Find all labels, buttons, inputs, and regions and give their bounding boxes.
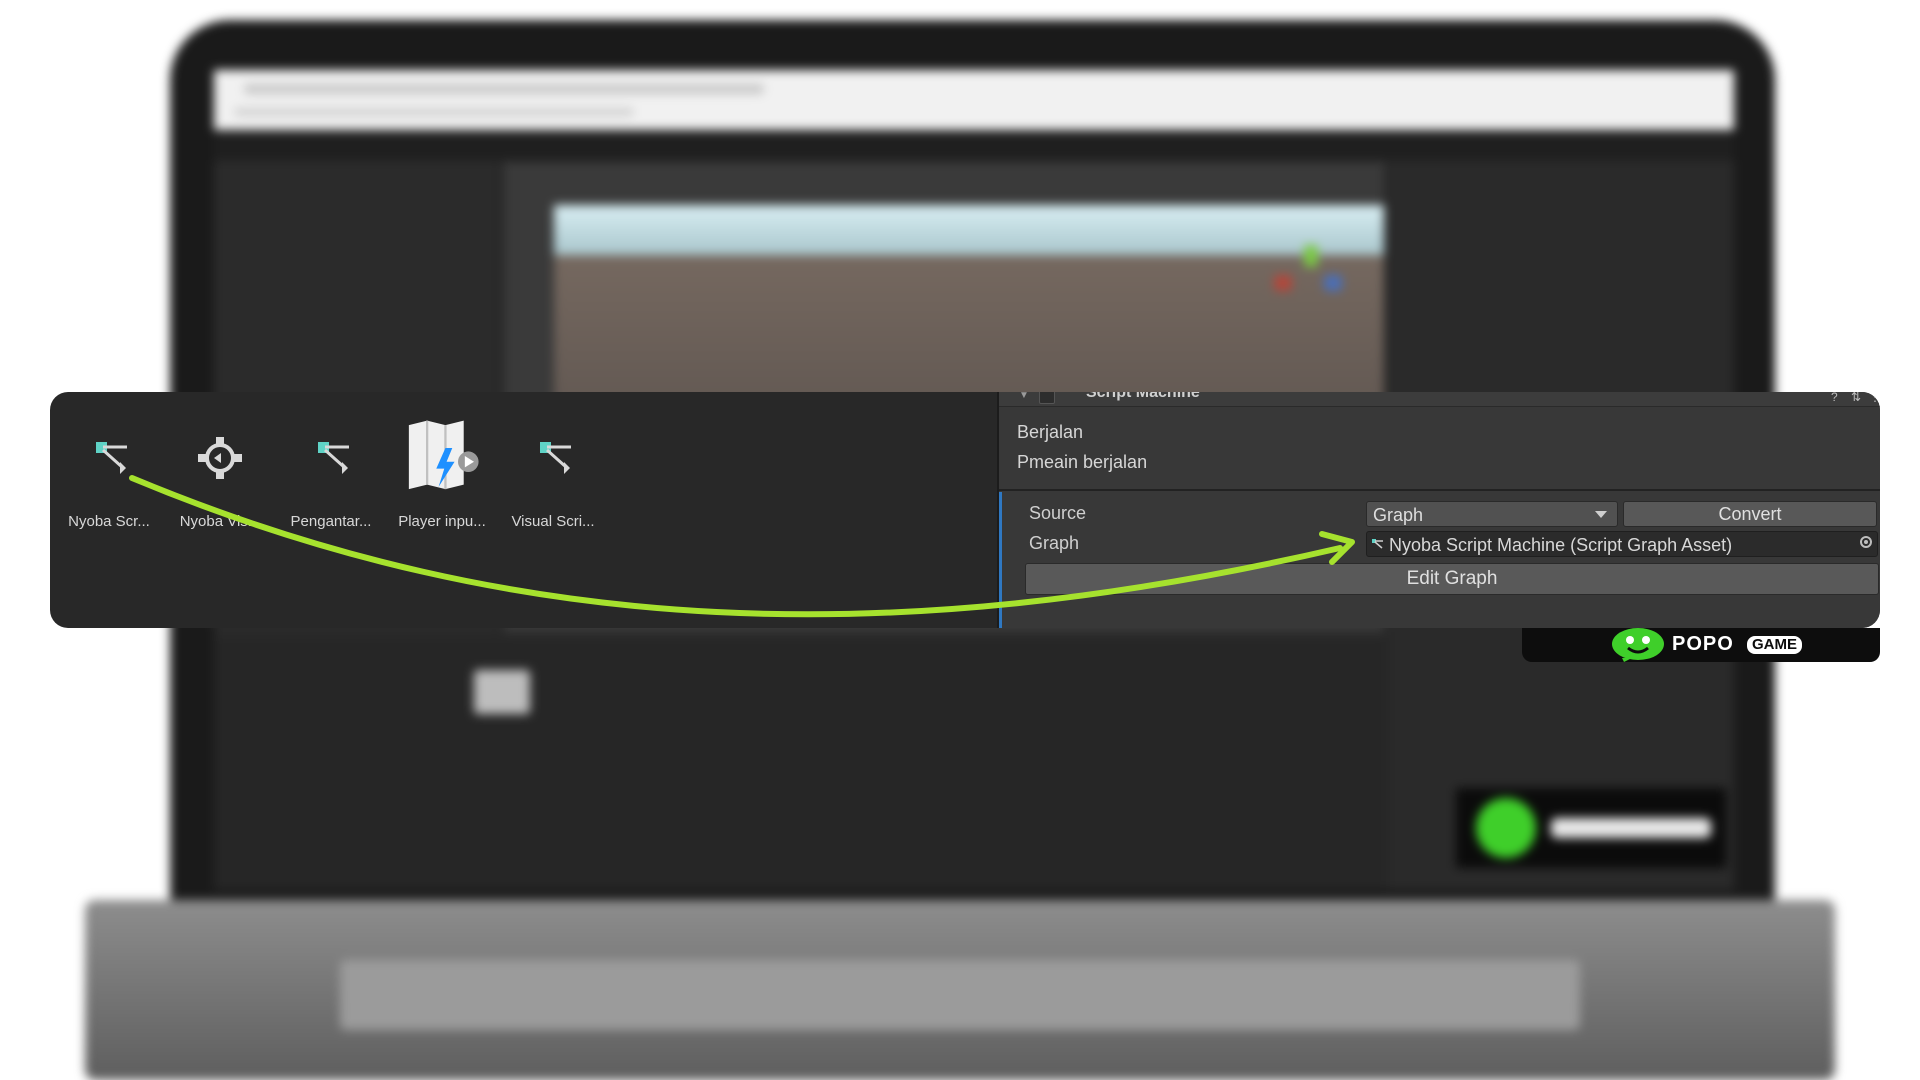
script-graph-icon [1372, 539, 1383, 549]
source-value: Graph [1373, 505, 1424, 525]
asset-item[interactable]: Nyoba Vis... [165, 422, 275, 542]
scene-gizmo-x [1274, 275, 1292, 291]
graph-label: Graph [1029, 533, 1080, 553]
input-actions-icon [408, 420, 479, 490]
scene-gizmo-z [1324, 275, 1342, 291]
source-label: Source [1029, 503, 1087, 523]
brand-logo: POPO GAME [1522, 628, 1880, 662]
more-icon[interactable]: ⋮ [1869, 392, 1880, 404]
editor-toolbar [214, 130, 1734, 160]
laptop-keyboard [340, 960, 1580, 1030]
divider [999, 489, 1880, 491]
editor-titlebar [214, 70, 1734, 130]
asset-item[interactable]: Pengantar... [276, 422, 386, 542]
asset-label: Nyoba Vis... [179, 513, 261, 530]
accent-bar [999, 492, 1002, 628]
asset-item[interactable]: Player inpu... [387, 420, 497, 542]
convert-button[interactable]: Convert [1623, 501, 1877, 527]
source-dropdown[interactable]: Graph [1366, 501, 1618, 527]
graph-asset-field[interactable]: Nyoba Script Machine (Script Graph Asset… [1366, 531, 1878, 557]
brand-name: POPO [1672, 633, 1734, 655]
component-header[interactable]: ▼ Script Machine ? ⇅ ⋮ [999, 392, 1880, 407]
foldout-arrow-icon[interactable]: ▼ [1019, 392, 1031, 402]
folder-icon [474, 670, 530, 714]
description-title: Berjalan [1017, 422, 1084, 442]
script-graph-icon [540, 442, 571, 474]
brand-badge: GAME [1747, 636, 1802, 654]
callout-panel: Nyoba Scr... Nyoba Vis... Pengantar... P… [50, 392, 1880, 628]
script-machine-inspector: ▼ Script Machine ? ⇅ ⋮ Berjalan Pmeain b… [997, 392, 1880, 628]
scene-gizmo-y [1304, 245, 1318, 267]
preset-icon[interactable]: ⇅ [1851, 392, 1863, 404]
description-body: Pmeain berjalan [1017, 452, 1148, 472]
enabled-checkbox[interactable] [1039, 392, 1055, 404]
help-icon[interactable]: ? [1831, 392, 1843, 404]
popo-mascot-icon [1612, 628, 1664, 662]
object-picker-icon[interactable] [1860, 536, 1872, 548]
asset-label: Nyoba Scr... [68, 513, 150, 530]
scene-sky [554, 205, 1384, 255]
state-graph-icon [198, 437, 242, 479]
script-graph-icon [96, 442, 127, 474]
graph-asset-value: Nyoba Script Machine (Script Graph Asset… [1389, 535, 1733, 555]
script-graph-icon [318, 442, 349, 474]
asset-item[interactable]: Visual Scri... [498, 422, 608, 542]
chevron-down-icon [1595, 511, 1607, 518]
component-title: Script Machine [1086, 392, 1200, 401]
asset-label: Player inpu... [398, 513, 486, 530]
watermark-logo [1456, 788, 1726, 868]
edit-graph-button[interactable]: Edit Graph [1025, 563, 1879, 595]
asset-label: Pengantar... [290, 513, 372, 530]
asset-item[interactable]: Nyoba Scr... [54, 422, 164, 542]
project-panel [214, 640, 1384, 890]
project-assets: Nyoba Scr... Nyoba Vis... Pengantar... P… [50, 392, 994, 628]
asset-label: Visual Scri... [511, 513, 595, 530]
graph-description: Berjalan Pmeain berjalan [1017, 412, 1877, 482]
